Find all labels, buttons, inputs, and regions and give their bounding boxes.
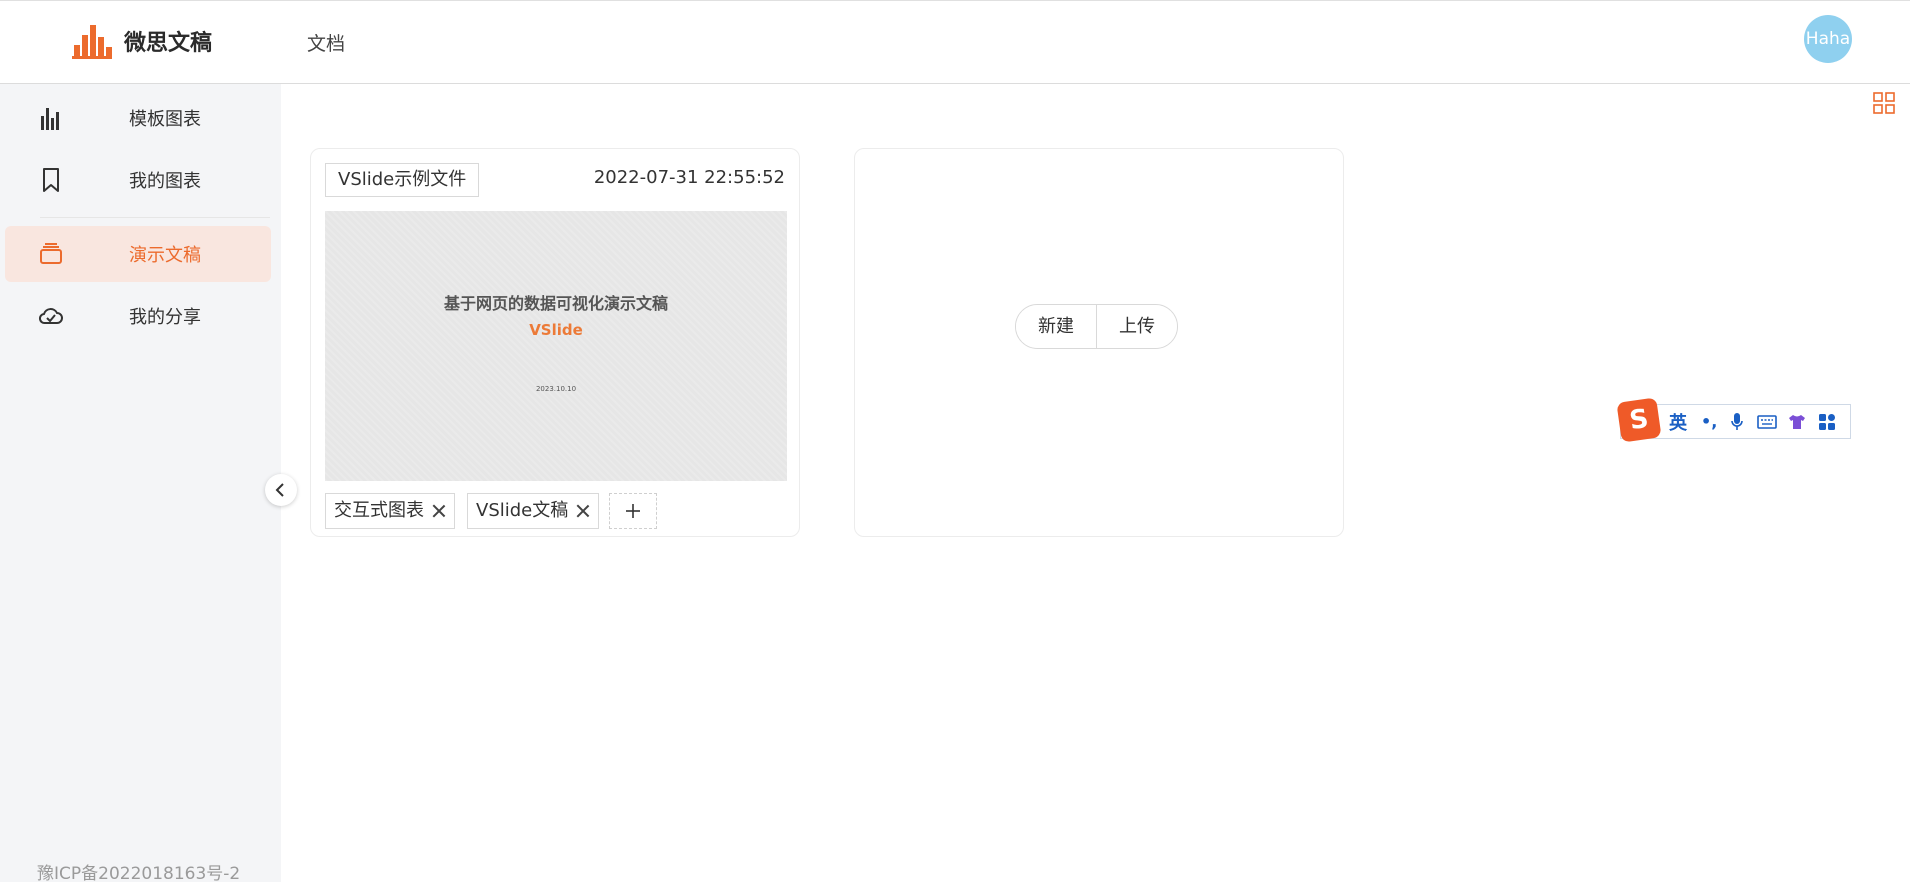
sogou-logo-icon[interactable]: S — [1616, 396, 1662, 443]
icp-footer[interactable]: 豫ICP备2022018163号-2 — [37, 859, 240, 884]
presentation-card[interactable]: VSlide示例文件 2022-07-31 22:55:52 基于网页的数据可视… — [310, 148, 800, 537]
nav-docs-link[interactable]: 文档 — [307, 29, 345, 56]
sidebar-item-template-charts[interactable]: 模板图表 — [5, 90, 271, 146]
sidebar-item-label: 模板图表 — [129, 109, 201, 130]
file-date: 2022-07-31 22:55:52 — [593, 167, 785, 188]
brand-name: 微思文稿 — [124, 31, 213, 56]
grid-view-icon[interactable] — [1873, 92, 1895, 114]
ime-language-toggle[interactable]: 英 — [1669, 409, 1687, 435]
toolbox-icon[interactable] — [1817, 412, 1837, 432]
brand-logo[interactable]: 微思文稿 — [72, 23, 212, 59]
sidebar-collapse-button[interactable] — [265, 474, 297, 506]
sidebar-divider — [40, 217, 270, 218]
new-upload-button-group: 新建 上传 — [1015, 304, 1178, 349]
sidebar-item-label: 我的图表 — [129, 171, 201, 192]
tag-label: VSlide文稿 — [476, 500, 569, 521]
thumb-subtitle: VSlide — [529, 321, 583, 339]
new-button[interactable]: 新建 — [1016, 305, 1096, 348]
sidebar: 模板图表 我的图表 演示文稿 我的分享 豫ICP备2022018163号-2 — [0, 84, 281, 884]
upload-button[interactable]: 上传 — [1096, 305, 1177, 348]
close-icon[interactable] — [576, 504, 590, 518]
keyboard-icon[interactable] — [1757, 412, 1778, 432]
ime-toolbar[interactable]: S 英 •, — [1616, 396, 1851, 443]
sidebar-item-my-charts[interactable]: 我的图表 — [5, 152, 271, 208]
close-icon[interactable] — [432, 504, 446, 518]
chevron-left-icon — [275, 483, 284, 497]
tag: VSlide文稿 — [467, 493, 600, 529]
file-name[interactable]: VSlide示例文件 — [325, 163, 480, 197]
thumb-title: 基于网页的数据可视化演示文稿 — [443, 294, 668, 313]
new-presentation-card: 新建 上传 — [854, 148, 1344, 537]
tag-label: 交互式图表 — [334, 500, 424, 521]
thumb-date: 2023.10.10 — [535, 385, 577, 393]
bar-chart-icon — [41, 108, 59, 130]
sidebar-item-label: 演示文稿 — [129, 245, 201, 266]
microphone-icon[interactable] — [1727, 412, 1747, 432]
ime-punctuation-toggle[interactable]: •, — [1701, 412, 1717, 431]
top-header: 微思文稿 文档 Haha — [0, 0, 1910, 84]
skin-icon[interactable] — [1787, 412, 1807, 432]
bar-logo-icon — [72, 23, 112, 59]
plus-icon — [626, 504, 640, 518]
tag: 交互式图表 — [325, 493, 455, 529]
sidebar-item-presentations[interactable]: 演示文稿 — [5, 226, 271, 282]
bookmark-icon — [43, 168, 59, 192]
slide-thumbnail[interactable]: 基于网页的数据可视化演示文稿 VSlide 2023.10.10 — [325, 211, 787, 481]
add-tag-button[interactable] — [609, 493, 657, 529]
sidebar-item-my-shares[interactable]: 我的分享 — [5, 288, 271, 344]
cloud-check-icon — [38, 308, 63, 324]
sidebar-item-label: 我的分享 — [129, 307, 201, 328]
avatar[interactable]: Haha — [1804, 15, 1852, 63]
layers-icon — [40, 243, 62, 264]
